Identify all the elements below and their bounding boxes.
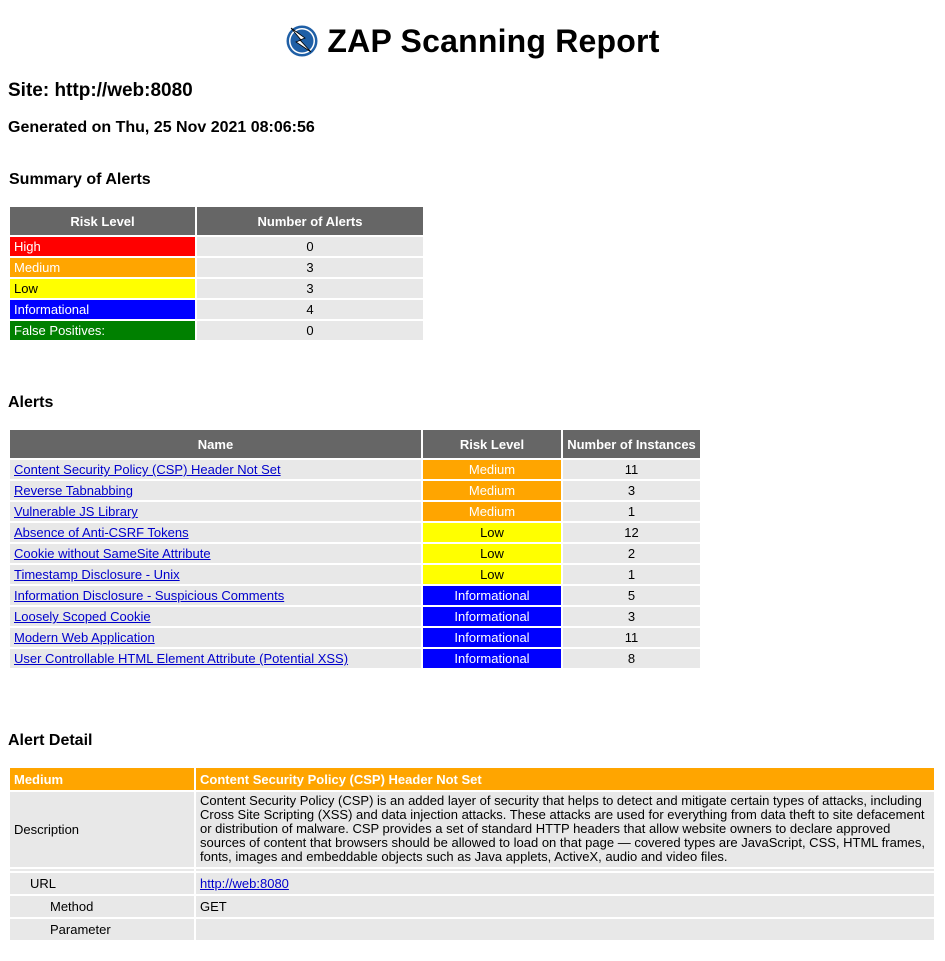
alert-link[interactable]: Reverse Tabnabbing xyxy=(14,483,133,498)
summary-count: 0 xyxy=(197,321,423,340)
alert-risk-badge: Low xyxy=(423,544,561,563)
url-label: URL xyxy=(10,873,194,894)
summary-row-false-positives: False Positives: 0 xyxy=(10,321,423,340)
report-page: ZAP Scanning Report Site: http://web:808… xyxy=(0,0,945,961)
alert-detail-table: Medium Content Security Policy (CSP) Hea… xyxy=(8,766,936,942)
alerts-col-name: Name xyxy=(10,430,421,458)
summary-count: 3 xyxy=(197,279,423,298)
site-heading: Site: http://web:8080 xyxy=(8,80,193,101)
description-text: Content Security Policy (CSP) is an adde… xyxy=(196,792,934,867)
alert-instance-count: 2 xyxy=(563,544,700,563)
summary-risk-label: Low xyxy=(10,279,195,298)
summary-heading: Summary of Alerts xyxy=(9,171,151,188)
summary-risk-label: Informational xyxy=(10,300,195,319)
alert-row: User Controllable HTML Element Attribute… xyxy=(10,649,700,668)
summary-count: 0 xyxy=(197,237,423,256)
alert-link[interactable]: Absence of Anti-CSRF Tokens xyxy=(14,525,189,540)
alert-instance-count: 1 xyxy=(563,565,700,584)
alert-risk-badge: Informational xyxy=(423,586,561,605)
alert-row: Reverse Tabnabbing Medium 3 xyxy=(10,481,700,500)
alert-detail-method-row: Method GET xyxy=(10,896,934,917)
alert-row: Loosely Scoped Cookie Informational 3 xyxy=(10,607,700,626)
alert-instance-count: 3 xyxy=(563,481,700,500)
summary-header-row: Risk Level Number of Alerts xyxy=(10,207,423,235)
alert-link[interactable]: Timestamp Disclosure - Unix xyxy=(14,567,180,582)
summary-count: 3 xyxy=(197,258,423,277)
parameter-label: Parameter xyxy=(10,919,194,940)
alert-link[interactable]: Content Security Policy (CSP) Header Not… xyxy=(14,462,281,477)
alert-row: Information Disclosure - Suspicious Comm… xyxy=(10,586,700,605)
alerts-header-row: Name Risk Level Number of Instances xyxy=(10,430,700,458)
summary-risk-label: Medium xyxy=(10,258,195,277)
method-label: Method xyxy=(10,896,194,917)
alert-instance-count: 11 xyxy=(563,628,700,647)
summary-row-low: Low 3 xyxy=(10,279,423,298)
alert-instance-count: 8 xyxy=(563,649,700,668)
alert-link[interactable]: User Controllable HTML Element Attribute… xyxy=(14,651,348,666)
alert-detail-description-row: Description Content Security Policy (CSP… xyxy=(10,792,934,867)
alert-link[interactable]: Loosely Scoped Cookie xyxy=(14,609,151,624)
alert-risk-badge: Medium xyxy=(423,502,561,521)
alert-row: Modern Web Application Informational 11 xyxy=(10,628,700,647)
detail-spacer xyxy=(10,869,934,871)
alert-instance-count: 1 xyxy=(563,502,700,521)
summary-col-risk: Risk Level xyxy=(10,207,195,235)
alert-instance-count: 3 xyxy=(563,607,700,626)
report-title-text: ZAP Scanning Report xyxy=(327,22,660,59)
alerts-col-risk: Risk Level xyxy=(423,430,561,458)
alert-instance-count: 12 xyxy=(563,523,700,542)
alert-detail-name: Content Security Policy (CSP) Header Not… xyxy=(196,768,934,790)
alerts-heading: Alerts xyxy=(8,394,54,411)
alert-detail-parameter-row: Parameter xyxy=(10,919,934,940)
alerts-col-instances: Number of Instances xyxy=(563,430,700,458)
alert-link[interactable]: Cookie without SameSite Attribute xyxy=(14,546,211,561)
alert-row: Cookie without SameSite Attribute Low 2 xyxy=(10,544,700,563)
alert-risk-badge: Informational xyxy=(423,649,561,668)
alert-row: Absence of Anti-CSRF Tokens Low 12 xyxy=(10,523,700,542)
method-value: GET xyxy=(196,896,934,917)
summary-risk-label: False Positives: xyxy=(10,321,195,340)
instance-url-link[interactable]: http://web:8080 xyxy=(200,876,289,891)
generated-timestamp: Generated on Thu, 25 Nov 2021 08:06:56 xyxy=(8,119,315,136)
alert-row: Content Security Policy (CSP) Header Not… xyxy=(10,460,700,479)
parameter-value xyxy=(196,919,934,940)
summary-row-medium: Medium 3 xyxy=(10,258,423,277)
alert-risk-badge: Medium xyxy=(423,481,561,500)
alert-link[interactable]: Modern Web Application xyxy=(14,630,155,645)
alert-link[interactable]: Information Disclosure - Suspicious Comm… xyxy=(14,588,284,603)
summary-row-informational: Informational 4 xyxy=(10,300,423,319)
alert-detail-heading: Alert Detail xyxy=(8,732,93,749)
summary-table: Risk Level Number of Alerts High 0 Mediu… xyxy=(8,205,425,342)
summary-row-high: High 0 xyxy=(10,237,423,256)
alert-risk-badge: Medium xyxy=(423,460,561,479)
alert-risk-badge: Low xyxy=(423,523,561,542)
zap-logo-icon xyxy=(286,25,318,57)
alerts-table: Name Risk Level Number of Instances Cont… xyxy=(8,428,702,670)
alert-instance-count: 11 xyxy=(563,460,700,479)
summary-risk-label: High xyxy=(10,237,195,256)
alert-detail-url-row: URL http://web:8080 xyxy=(10,873,934,894)
alert-instance-count: 5 xyxy=(563,586,700,605)
report-title: ZAP Scanning Report xyxy=(0,18,945,64)
alert-risk-badge: Informational xyxy=(423,628,561,647)
alert-detail-risk: Medium xyxy=(10,768,194,790)
description-label: Description xyxy=(10,792,194,867)
alert-detail-header-row: Medium Content Security Policy (CSP) Hea… xyxy=(10,768,934,790)
summary-col-count: Number of Alerts xyxy=(197,207,423,235)
alert-row: Timestamp Disclosure - Unix Low 1 xyxy=(10,565,700,584)
alert-risk-badge: Low xyxy=(423,565,561,584)
alert-row: Vulnerable JS Library Medium 1 xyxy=(10,502,700,521)
alert-risk-badge: Informational xyxy=(423,607,561,626)
alert-link[interactable]: Vulnerable JS Library xyxy=(14,504,138,519)
summary-count: 4 xyxy=(197,300,423,319)
